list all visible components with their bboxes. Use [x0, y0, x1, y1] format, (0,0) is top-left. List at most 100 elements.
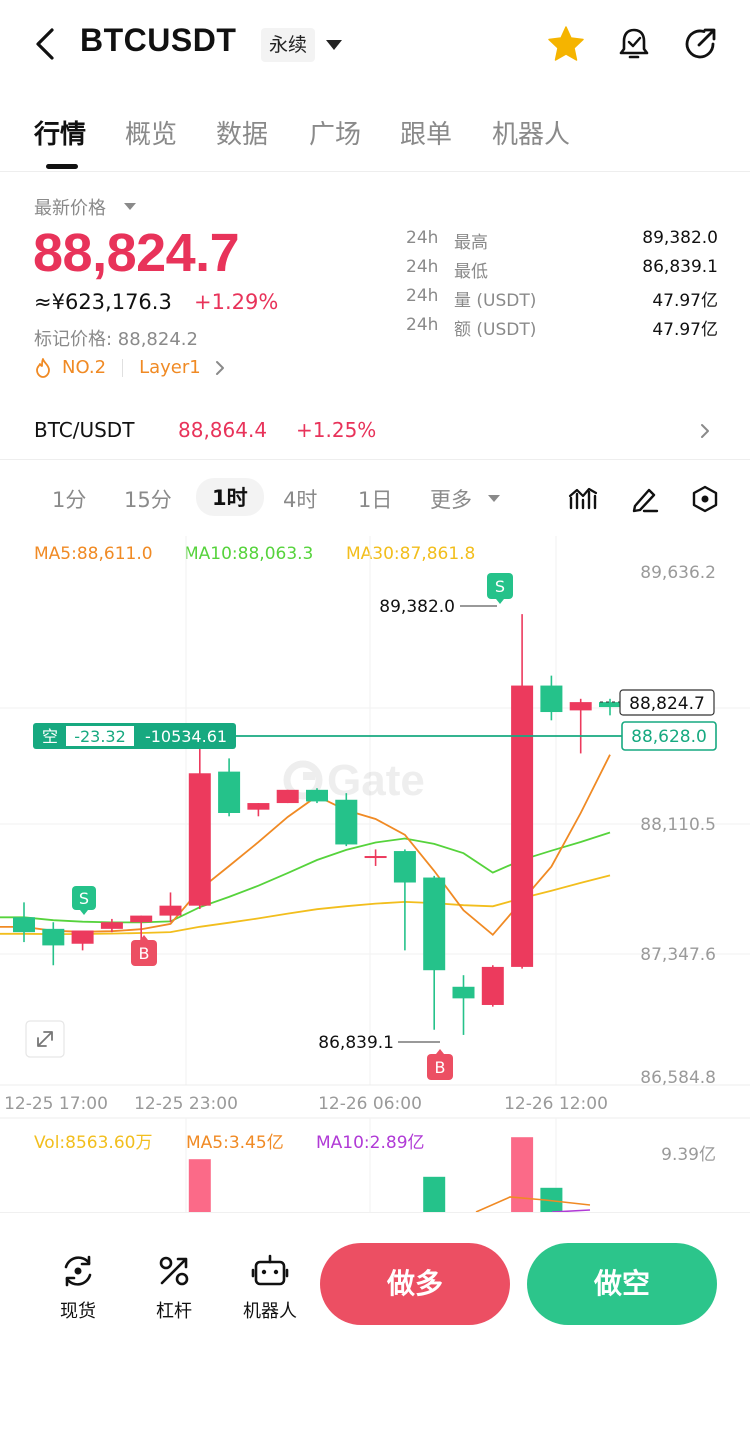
timeframe-1h[interactable]: 1时 [196, 478, 264, 516]
mark-price: 标记价格: 88,824.2 [34, 329, 198, 350]
fullscreen-expand-icon[interactable] [25, 1020, 65, 1058]
candle-up [159, 905, 182, 916]
position-pnl: -23.32 [74, 727, 126, 746]
timeframe-more[interactable]: 更多 [430, 484, 472, 514]
draw-pen-icon[interactable] [630, 484, 660, 514]
category-tag[interactable]: Layer1 [139, 357, 201, 378]
candle-up [511, 685, 534, 967]
x-tick-label: 12-26 06:00 [318, 1094, 422, 1114]
price-alert-bell-icon[interactable] [614, 24, 654, 64]
rank-text: NO.2 [62, 357, 107, 378]
back-arrow-icon[interactable] [30, 26, 62, 62]
stat-period: 24h [406, 286, 439, 306]
share-icon[interactable] [680, 24, 720, 64]
spot-change: +1.25% [296, 418, 377, 442]
candle-down [423, 877, 446, 971]
stat-label: 最高 [454, 233, 488, 253]
bot-nav[interactable]: 机器人 [240, 1251, 300, 1323]
chevron-right-icon [215, 360, 224, 375]
stat-period: 24h [406, 228, 439, 248]
symbol-title[interactable]: BTCUSDT [80, 22, 236, 59]
rank-row[interactable]: NO.2 Layer1 [34, 357, 227, 378]
top-header: BTCUSDT 永续 [0, 0, 750, 92]
stat-label: 量 (USDT) [454, 291, 537, 311]
open-long-button[interactable]: 做多 [320, 1243, 510, 1325]
stat-low: 24h 最低 86,839.1 [406, 257, 718, 286]
trade-marker-buy: B [427, 1049, 453, 1080]
tab-bots[interactable]: 机器人 [492, 114, 570, 151]
active-tab-indicator [46, 164, 78, 169]
trade-marker-text: S [79, 889, 89, 908]
open-short-button[interactable]: 做空 [527, 1243, 717, 1325]
trade-marker-text: B [139, 944, 150, 963]
stat-turnover: 24h 额 (USDT) 47.97亿 [406, 315, 718, 344]
candle-down [540, 685, 563, 713]
tab-data[interactable]: 数据 [216, 114, 268, 151]
stats-24h: 24h 最高 89,382.0 24h 最低 86,839.1 24h 量 (U… [406, 228, 718, 344]
fire-icon [36, 357, 50, 378]
spot-price: 88,864.4 [178, 418, 268, 442]
stat-label: 最低 [454, 262, 488, 282]
stat-value: 47.97亿 [652, 320, 718, 340]
spot-price-row[interactable]: BTC/USDT 88,864.4 +1.25% [0, 404, 750, 460]
candle-up [130, 915, 153, 923]
stat-value: 89,382.0 [642, 228, 718, 248]
candle-up [276, 789, 299, 804]
last-price-label[interactable]: 最新价格 [34, 194, 106, 220]
contract-type-badge[interactable]: 永续 [261, 28, 316, 62]
timeframe-1d[interactable]: 1日 [358, 484, 392, 514]
volume-bar [423, 1176, 446, 1212]
candle-down [42, 928, 65, 946]
bottom-action-bar: 现货 杠杆 机器人 做多 做空 [0, 1212, 750, 1437]
tab-market[interactable]: 行情 [34, 114, 86, 151]
position-price-text: 88,628.0 [631, 727, 707, 747]
volume-axis-label: 9.39亿 [661, 1145, 716, 1165]
candle-down [306, 789, 328, 802]
margin-nav[interactable]: 杠杆 [144, 1251, 204, 1323]
spot-pair: BTC/USDT [34, 418, 135, 442]
spot-nav[interactable]: 现货 [48, 1251, 108, 1323]
trade-marker-buy: B [131, 935, 157, 966]
more-dropdown-icon[interactable] [488, 495, 500, 502]
last-price-dropdown-icon[interactable] [124, 203, 136, 210]
timeframe-1m[interactable]: 1分 [52, 484, 86, 514]
candle-up [481, 966, 504, 1005]
volume-bar [511, 1137, 534, 1212]
bot-nav-label: 机器人 [243, 1301, 297, 1322]
y-tick-label: 89,636.2 [640, 563, 716, 583]
timeframe-4h[interactable]: 4时 [283, 484, 317, 514]
divider [122, 358, 124, 377]
trade-marker-text: B [435, 1058, 446, 1077]
volume-ma5: MA5:3.45亿 [186, 1133, 284, 1153]
stat-label: 额 (USDT) [454, 320, 537, 340]
margin-nav-label: 杠杆 [156, 1301, 192, 1322]
tab-square[interactable]: 广场 [309, 114, 361, 151]
x-tick-label: 12-25 17:00 [4, 1094, 108, 1114]
y-tick-label: 87,347.6 [640, 945, 716, 965]
candle-down [393, 851, 416, 883]
main-tabs: 行情 概览 数据 广场 跟单 机器人 [0, 100, 750, 172]
candle-up [364, 856, 387, 859]
candlestick-chart[interactable]: Gate 89,636.2 88,110.5 87,347.6 86,584.8… [0, 536, 750, 1212]
candle-down [452, 986, 475, 999]
cny-price: ≈¥623,176.3 [34, 290, 172, 314]
tab-copy-trading[interactable]: 跟单 [400, 114, 452, 151]
candle-up [100, 922, 123, 929]
low-annotation-label: 86,839.1 [318, 1033, 394, 1053]
robot-icon [251, 1254, 289, 1286]
candle-up [247, 803, 270, 810]
trade-marker-sell: S [487, 573, 513, 604]
stat-period: 24h [406, 315, 439, 335]
symbol-dropdown-icon[interactable] [326, 40, 342, 50]
price-change: +1.29% [194, 290, 279, 314]
candle-up [569, 702, 592, 711]
position-side: 空 [42, 727, 58, 746]
indicator-icon[interactable] [568, 484, 598, 514]
candle-down [218, 771, 241, 813]
chevron-right-icon [701, 424, 709, 438]
favorite-star-icon[interactable] [546, 24, 586, 64]
candle-up [71, 930, 94, 944]
tab-overview[interactable]: 概览 [125, 114, 177, 151]
timeframe-15m[interactable]: 15分 [124, 484, 172, 514]
settings-hexagon-icon[interactable] [690, 484, 720, 514]
